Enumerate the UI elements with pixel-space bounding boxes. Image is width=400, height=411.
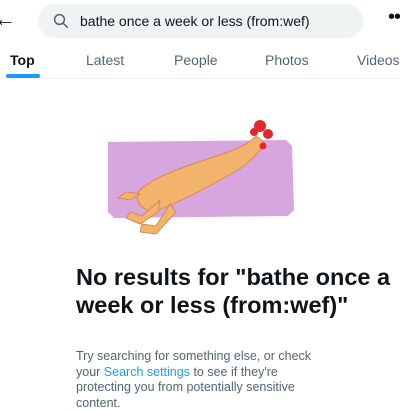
no-results-title: No results for "bathe once a week or les… — [76, 264, 391, 318]
no-results-message: Try searching for something else, or che… — [76, 349, 336, 411]
tab-people[interactable]: People — [174, 52, 218, 68]
top-bar: ← bathe once a week or less (from:wef) •… — [0, 0, 400, 42]
search-icon — [53, 13, 69, 29]
search-tabs: Top Latest People Photos Videos — [0, 42, 400, 79]
back-arrow-icon[interactable]: ← — [0, 8, 16, 30]
tab-latest[interactable]: Latest — [86, 52, 124, 68]
rubber-chicken-illustration — [108, 120, 294, 235]
tab-photos[interactable]: Photos — [265, 52, 309, 68]
tab-videos[interactable]: Videos — [357, 52, 400, 68]
tab-top[interactable]: Top — [10, 52, 35, 68]
search-query[interactable]: bathe once a week or less (from:wef) — [80, 13, 310, 29]
more-options-icon[interactable]: ••• — [388, 6, 400, 29]
active-tab-indicator — [6, 74, 40, 78]
search-settings-link[interactable]: Search settings — [104, 365, 190, 379]
search-input[interactable]: bathe once a week or less (from:wef) — [38, 4, 363, 38]
